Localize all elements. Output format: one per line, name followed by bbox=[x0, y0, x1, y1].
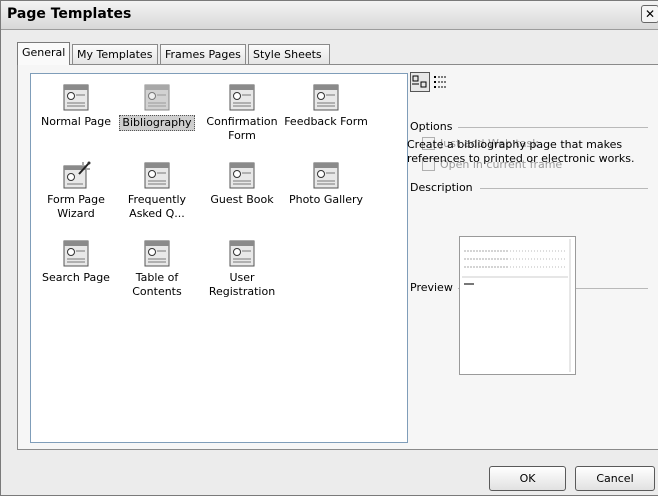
description-divider bbox=[480, 188, 648, 189]
tab-frames-pages[interactable]: Frames Pages bbox=[160, 44, 246, 64]
ok-button[interactable]: OK bbox=[489, 466, 566, 491]
dialog-title: Page Templates bbox=[7, 6, 132, 22]
template-label: Frequently Asked Q... bbox=[127, 193, 187, 220]
options-divider bbox=[458, 127, 648, 128]
title-bar[interactable]: Page Templates ✕ bbox=[1, 1, 658, 30]
page-template-icon bbox=[63, 240, 89, 267]
template-table-of-contents[interactable]: Table of Contents bbox=[112, 238, 202, 299]
tab-general[interactable]: General bbox=[17, 42, 70, 65]
template-search-page[interactable]: Search Page bbox=[31, 238, 121, 285]
template-label: Photo Gallery bbox=[288, 193, 364, 206]
large-icons-view-icon bbox=[412, 75, 427, 88]
template-label: Form Page Wizard bbox=[47, 193, 105, 220]
wizard-template-icon bbox=[63, 161, 91, 189]
list-view-button[interactable] bbox=[431, 72, 451, 92]
options-heading: Options bbox=[410, 120, 453, 133]
close-icon[interactable]: ✕ bbox=[641, 5, 658, 23]
template-frequently-asked-questions[interactable]: Frequently Asked Q... bbox=[112, 160, 202, 221]
template-bibliography[interactable]: Bibliography bbox=[112, 82, 202, 131]
page-template-icon bbox=[313, 84, 339, 111]
description-text: Create a bibliography page that makes re… bbox=[407, 138, 635, 165]
template-normal-page[interactable]: Normal Page bbox=[31, 82, 121, 129]
template-label: Normal Page bbox=[41, 115, 111, 128]
large-icons-view-button[interactable] bbox=[410, 72, 430, 92]
template-user-registration[interactable]: User Registration bbox=[197, 238, 287, 299]
page-template-icon bbox=[229, 84, 255, 111]
template-label: Search Page bbox=[42, 271, 110, 284]
cancel-button[interactable]: Cancel bbox=[575, 466, 655, 491]
preview-pane bbox=[459, 236, 576, 375]
page-template-icon bbox=[63, 84, 89, 111]
template-label: Table of Contents bbox=[132, 271, 182, 298]
page-template-icon bbox=[313, 162, 339, 189]
preview-thumbnail bbox=[462, 239, 571, 372]
template-confirmation-form[interactable]: Confirmation Form bbox=[197, 82, 287, 143]
template-list[interactable]: Normal Page Bibliography Confirmation Fo… bbox=[30, 73, 408, 443]
page-template-icon bbox=[229, 240, 255, 267]
template-feedback-form[interactable]: Feedback Form bbox=[281, 82, 371, 129]
tab-my-templates[interactable]: My Templates bbox=[72, 44, 158, 64]
template-form-page-wizard[interactable]: Form Page Wizard bbox=[31, 160, 121, 221]
template-guest-book[interactable]: Guest Book bbox=[197, 160, 287, 207]
page-templates-dialog: Page Templates ✕ General My Templates Fr… bbox=[0, 0, 658, 496]
template-label: Bibliography bbox=[119, 115, 195, 131]
page-template-icon bbox=[144, 240, 170, 267]
template-label: Guest Book bbox=[210, 193, 274, 206]
tab-style-sheets[interactable]: Style Sheets bbox=[248, 44, 330, 64]
template-photo-gallery[interactable]: Photo Gallery bbox=[281, 160, 371, 207]
template-label: Feedback Form bbox=[284, 115, 368, 128]
preview-heading: Preview bbox=[410, 281, 453, 294]
template-label: Confirmation Form bbox=[206, 115, 278, 142]
page-template-icon bbox=[229, 162, 255, 189]
description-heading: Description bbox=[410, 181, 473, 194]
page-template-icon bbox=[144, 162, 170, 189]
template-label: User Registration bbox=[208, 271, 276, 298]
list-view-icon bbox=[434, 76, 447, 88]
page-template-icon bbox=[144, 84, 170, 111]
